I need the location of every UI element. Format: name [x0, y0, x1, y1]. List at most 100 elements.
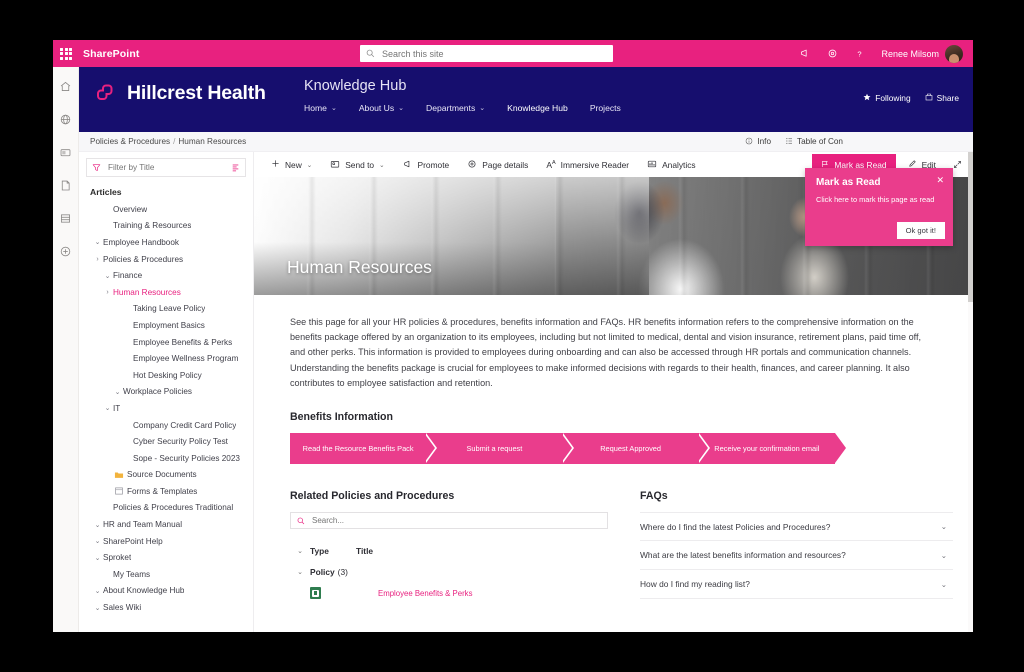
tree-item-human-resources[interactable]: › Human Resources	[79, 284, 253, 301]
chevron-down-icon[interactable]: ⌄	[92, 554, 103, 562]
tree-item-source-documents[interactable]: Source Documents	[79, 467, 253, 484]
process-step-4[interactable]: Receive your confirmation email	[698, 433, 847, 465]
table-of-contents-button[interactable]: Table of Con	[785, 137, 843, 147]
page-icon[interactable]	[57, 176, 75, 194]
callout-ok-button[interactable]: Ok got it!	[896, 222, 945, 239]
home-icon[interactable]	[57, 77, 75, 95]
tree-item-company-credit-card-policy[interactable]: Company Credit Card Policy	[79, 417, 253, 434]
page-scrollbar[interactable]	[968, 152, 973, 632]
related-search-input[interactable]	[310, 515, 601, 527]
nav-item-home[interactable]: Home ⌄	[304, 103, 337, 113]
tree-item-employee-benefits-perks[interactable]: Employee Benefits & Perks	[79, 334, 253, 351]
chevron-down-icon[interactable]: ⌄	[92, 521, 103, 529]
tree-item-about-knowledge-hub[interactable]: ⌄ About Knowledge Hub	[79, 583, 253, 600]
tree-item-sproket[interactable]: ⌄ Sproket	[79, 549, 253, 566]
process-step-3[interactable]: Request Approved	[562, 433, 711, 465]
filter-input[interactable]	[106, 162, 231, 173]
chevron-down-icon[interactable]: ⌄	[290, 568, 310, 576]
nav-item-knowledge-hub[interactable]: Knowledge Hub	[507, 103, 568, 113]
list-icon[interactable]	[57, 209, 75, 227]
tree-item-hr-and-team-manual[interactable]: ⌄ HR and Team Manual	[79, 516, 253, 533]
tree-item-training-resources[interactable]: Training & Resources	[79, 218, 253, 235]
related-search-box[interactable]	[290, 512, 608, 530]
chevron-down-icon[interactable]: ⌄	[941, 551, 953, 560]
following-button[interactable]: Following	[863, 93, 911, 103]
chevron-down-icon[interactable]: ⌄	[941, 522, 953, 531]
process-step-1[interactable]: Read the Resource Benefits Pack	[290, 433, 438, 465]
document-title-link[interactable]: Employee Benefits & Perks	[378, 589, 472, 598]
tree-item-overview[interactable]: Overview	[79, 201, 253, 218]
search-input[interactable]	[380, 47, 607, 60]
chevron-down-icon[interactable]: ⌄	[102, 404, 113, 412]
news-icon[interactable]	[57, 143, 75, 161]
tree-item-label: Training & Resources	[113, 221, 192, 231]
tree-item-hot-desking-policy[interactable]: Hot Desking Policy	[79, 367, 253, 384]
close-icon[interactable]: ✕	[936, 176, 944, 185]
related-group-row[interactable]: ⌄ Policy (3)	[290, 561, 608, 583]
tree-item-label: Sproket	[103, 553, 132, 563]
chevron-down-icon[interactable]: ⌄	[941, 580, 953, 589]
create-icon[interactable]	[57, 242, 75, 260]
nav-item-departments[interactable]: Departments ⌄	[426, 103, 485, 113]
info-button[interactable]: Info	[745, 137, 771, 147]
tree-item-it[interactable]: ⌄ IT	[79, 400, 253, 417]
waffle-icon[interactable]	[53, 40, 79, 67]
settings-gear-icon[interactable]	[819, 40, 846, 67]
chevron-down-icon[interactable]: ⌄	[102, 272, 113, 280]
tree-item-label: Finance	[113, 271, 143, 281]
breadcrumb-parent[interactable]: Policies & Procedures	[90, 137, 170, 146]
help-icon[interactable]: ?	[846, 40, 873, 67]
column-header-title[interactable]: Title	[356, 546, 373, 556]
avatar[interactable]	[945, 44, 963, 63]
chevron-down-icon[interactable]: ⌄	[290, 547, 310, 555]
tree-item-finance[interactable]: ⌄ Finance	[79, 267, 253, 284]
tree-item-forms-templates[interactable]: Forms & Templates	[79, 483, 253, 500]
analytics-button[interactable]: Analytics	[638, 152, 705, 177]
new-button[interactable]: New ⌄	[262, 152, 321, 177]
tree-item-policies-procedures-traditional[interactable]: Policies & Procedures Traditional	[79, 500, 253, 517]
site-logo[interactable]: Hillcrest Health	[92, 80, 266, 106]
chevron-down-icon[interactable]: ⌄	[92, 587, 103, 595]
immersive-reader-button[interactable]: AA Immersive Reader	[537, 152, 638, 177]
promote-button[interactable]: Promote	[394, 152, 459, 177]
suite-bar: SharePoint ? Renee Milsom	[53, 40, 973, 67]
chevron-down-icon[interactable]: ⌄	[92, 238, 103, 246]
tree-item-employee-handbook[interactable]: ⌄ Employee Handbook	[79, 234, 253, 251]
send-to-button[interactable]: Send to ⌄	[321, 152, 393, 177]
tree-item-sales-wiki[interactable]: ⌄ Sales Wiki	[79, 599, 253, 616]
chevron-down-icon: ⌄	[306, 161, 313, 169]
filter-by-title-box[interactable]	[86, 158, 246, 177]
tree-item-label: Human Resources	[113, 287, 181, 297]
faq-item[interactable]: What are the latest benefits information…	[640, 541, 953, 571]
megaphone-icon[interactable]	[792, 40, 819, 67]
suite-search-box[interactable]	[360, 45, 613, 62]
tree-item-taking-leave-policy[interactable]: Taking Leave Policy	[79, 301, 253, 318]
tree-item-sharepoint-help[interactable]: ⌄ SharePoint Help	[79, 533, 253, 550]
tree-item-workplace-policies[interactable]: ⌄ Workplace Policies	[79, 384, 253, 401]
tree-item-cyber-security-policy-test[interactable]: Cyber Security Policy Test	[79, 433, 253, 450]
globe-icon[interactable]	[57, 110, 75, 128]
table-row[interactable]: Employee Benefits & Perks	[290, 583, 608, 603]
page-details-button[interactable]: Page details	[458, 152, 537, 177]
chevron-down-icon[interactable]: ⌄	[92, 604, 103, 612]
nav-item-projects[interactable]: Projects	[590, 103, 621, 113]
tree-item-policies-procedures[interactable]: › Policies & Procedures	[79, 251, 253, 268]
faq-item[interactable]: Where do I find the latest Policies and …	[640, 512, 953, 542]
tree-item-my-teams[interactable]: My Teams	[79, 566, 253, 583]
chevron-right-icon[interactable]: ›	[102, 289, 113, 296]
faq-item[interactable]: How do I find my reading list? ⌄	[640, 570, 953, 600]
scrollbar-thumb[interactable]	[968, 152, 973, 302]
sort-order-icon[interactable]	[231, 163, 240, 172]
share-button[interactable]: Share	[925, 93, 959, 103]
tree-item-sope-security-policies-2023[interactable]: Sope - Security Policies 2023	[79, 450, 253, 467]
tree-item-employee-wellness-program[interactable]: Employee Wellness Program	[79, 350, 253, 367]
chevron-right-icon[interactable]: ›	[92, 256, 103, 263]
process-step-2[interactable]: Submit a request	[426, 433, 574, 465]
tree-item-employment-basics[interactable]: Employment Basics	[79, 317, 253, 334]
chevron-down-icon[interactable]: ⌄	[112, 388, 123, 396]
nav-item-about-us[interactable]: About Us ⌄	[359, 103, 404, 113]
sharepoint-brand[interactable]: SharePoint	[83, 48, 139, 60]
chevron-down-icon[interactable]: ⌄	[92, 537, 103, 545]
column-header-type[interactable]: Type	[310, 546, 356, 556]
user-menu[interactable]: Renee Milsom	[873, 40, 967, 67]
